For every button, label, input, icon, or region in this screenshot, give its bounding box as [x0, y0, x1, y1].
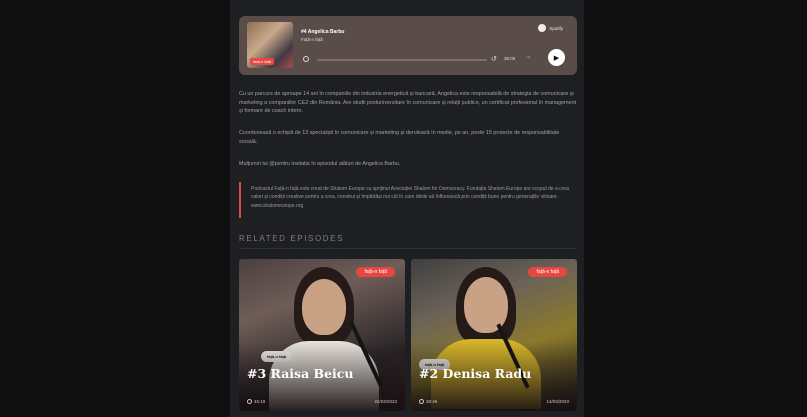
- spotify-label: Spotify: [549, 25, 563, 31]
- card-duration: 45:18: [254, 399, 266, 404]
- progress-bar[interactable]: [317, 59, 487, 61]
- card-duration: 38:46: [426, 399, 438, 404]
- cover-badge: față-n față: [250, 58, 275, 65]
- clock-icon: [419, 399, 424, 404]
- guest-photo: [302, 279, 346, 335]
- related-episode-card[interactable]: față-n față față-n față #3 Raisa Beicu 4…: [239, 259, 405, 411]
- article-quote: Podcastul Față-n față este creat de Shal…: [239, 182, 577, 218]
- spotify-player[interactable]: față-n față #4 Angelica Barbu Față-n faț…: [239, 16, 577, 75]
- related-episodes-heading: RELATED EPISODES: [239, 234, 345, 243]
- play-button[interactable]: ▶: [548, 49, 565, 66]
- play-icon: ▶: [553, 54, 560, 62]
- article-paragraph: Coordonează o echipă de 13 specialiști î…: [239, 130, 560, 145]
- divider: [239, 248, 577, 249]
- card-title[interactable]: #2 Denisa Radu: [419, 366, 531, 381]
- card-badge: față-n față: [528, 267, 567, 277]
- card-title[interactable]: #3 Raisa Beicu: [247, 366, 354, 381]
- more-options-icon[interactable]: ···: [526, 54, 531, 61]
- episode-duration: 36:05: [504, 56, 516, 61]
- save-icon[interactable]: [303, 56, 309, 62]
- show-name[interactable]: Față-n față: [301, 37, 323, 42]
- article-paragraph: Cu un parcurs de aproape 14 ani în compa…: [239, 91, 577, 115]
- related-episode-card[interactable]: față-n față față-n față #2 Denisa Radu 3…: [411, 259, 577, 411]
- card-meta: 45:18 22/03/2023: [247, 399, 397, 404]
- spotify-logo[interactable]: Spotify: [538, 24, 563, 32]
- article-paragraph: Mulțumiri lui @pentru invitația în episo…: [239, 161, 401, 167]
- guest-photo: [464, 277, 508, 333]
- spotify-icon: [538, 24, 547, 32]
- episode-title[interactable]: #4 Angelica Barbu: [301, 29, 344, 35]
- episode-cover: față-n față: [247, 22, 293, 68]
- card-badge: față-n față: [356, 267, 395, 277]
- card-meta: 38:46 14/03/2023: [419, 399, 569, 404]
- card-date: 22/03/2023: [374, 399, 397, 404]
- skip-back-icon[interactable]: ↺: [491, 55, 497, 63]
- clock-icon: [247, 399, 252, 404]
- card-date: 14/03/2023: [546, 399, 569, 404]
